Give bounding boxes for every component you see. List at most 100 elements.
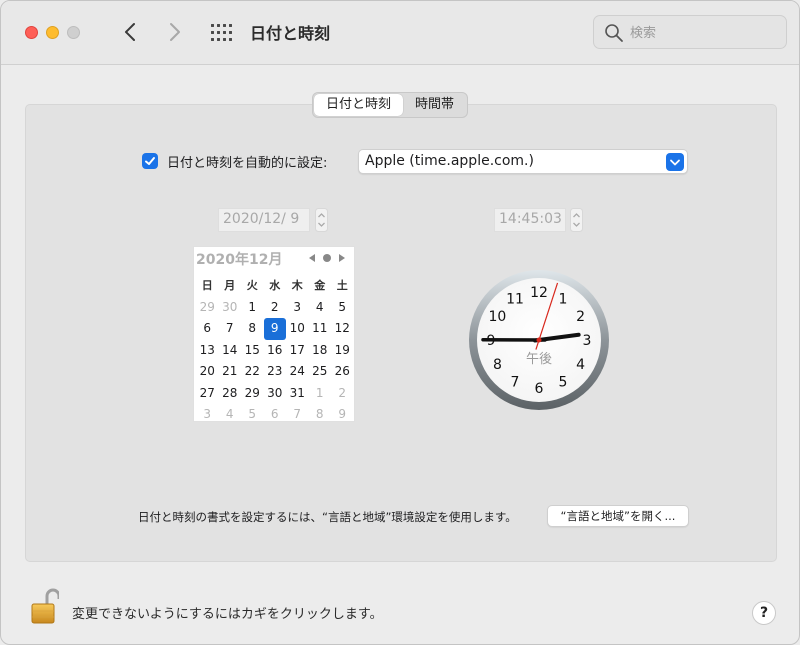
close-button[interactable]: [25, 26, 38, 39]
window-title: 日付と時刻: [250, 24, 331, 43]
time-stepper-icon[interactable]: [570, 208, 583, 232]
forward-arrow-icon[interactable]: [159, 17, 189, 47]
checkmark-icon: [145, 157, 155, 165]
clock-number: 7: [511, 375, 520, 391]
calendar-weekday: 火: [246, 279, 258, 292]
search-icon: [605, 24, 623, 42]
calendar-day[interactable]: 16: [264, 340, 287, 362]
minimize-button[interactable]: [46, 26, 59, 39]
calendar-day[interactable]: 30: [219, 297, 242, 319]
calendar-day[interactable]: 6: [196, 318, 219, 340]
help-button[interactable]: ?: [752, 601, 776, 625]
calendar-day[interactable]: 17: [286, 340, 309, 362]
calendar-day[interactable]: 29: [241, 383, 264, 405]
clock-number: 2: [576, 309, 585, 325]
tab-time-zone[interactable]: 時間帯: [403, 94, 466, 116]
show-all-grid-icon[interactable]: [210, 23, 232, 43]
calendar-day[interactable]: 5: [331, 297, 354, 319]
calendar-day[interactable]: 26: [331, 361, 354, 383]
calendar-day[interactable]: 7: [219, 318, 242, 340]
calendar-day[interactable]: 4: [219, 404, 242, 426]
time-field[interactable]: 14:45:03: [494, 208, 566, 232]
calendar-day[interactable]: 13: [196, 340, 219, 362]
previous-month-icon[interactable]: [308, 253, 316, 263]
clock-number: 1: [559, 291, 568, 307]
clock-number: 8: [493, 357, 502, 373]
calendar-day[interactable]: 24: [286, 361, 309, 383]
calendar-day[interactable]: 22: [241, 361, 264, 383]
calendar-day[interactable]: 3: [196, 404, 219, 426]
calendar-day[interactable]: 19: [331, 340, 354, 362]
auto-set-label: 日付と時刻を自動的に設定:: [167, 155, 328, 171]
calendar-grid: 日月火水木金土 29 30 1 2 3 4 5 6 7 8 9 10 11 12 13 14 15 16 17 18 19…: [196, 275, 354, 426]
calendar-day[interactable]: 8: [241, 318, 264, 340]
clock-number: 3: [583, 333, 592, 349]
clock-number: 10: [489, 309, 507, 325]
calendar-day[interactable]: 11: [309, 318, 332, 340]
calendar-day[interactable]: 25: [309, 361, 332, 383]
back-arrow-icon[interactable]: [116, 17, 146, 47]
calendar-weekday: 木: [291, 279, 303, 292]
calendar-month-title: 2020年12月: [196, 252, 283, 268]
search-input[interactable]: [630, 23, 780, 43]
clock-center: [536, 337, 542, 343]
calendar-day[interactable]: 14: [219, 340, 242, 362]
calendar-day[interactable]: 30: [264, 383, 287, 405]
calendar-day[interactable]: 18: [309, 340, 332, 362]
calendar-day[interactable]: 7: [286, 404, 309, 426]
calendar-day[interactable]: 8: [309, 404, 332, 426]
calendar-day[interactable]: 20: [196, 361, 219, 383]
calendar-day[interactable]: 3: [286, 297, 309, 319]
calendar-day[interactable]: 1: [241, 297, 264, 319]
tab-bar: 日付と時刻 時間帯: [312, 92, 469, 118]
calendar-day[interactable]: 28: [219, 383, 242, 405]
calendar-day[interactable]: 29: [196, 297, 219, 319]
calendar-day[interactable]: 10: [286, 318, 309, 340]
analog-clock[interactable]: 121234567891011 午後: [468, 269, 610, 411]
time-server-popup[interactable]: Apple (time.apple.com.): [358, 149, 688, 174]
calendar-weekday: 月: [224, 279, 236, 292]
calendar-day[interactable]: 12: [331, 318, 354, 340]
calendar-day[interactable]: 9: [331, 404, 354, 426]
date-field[interactable]: 2020/12/ 9: [218, 208, 310, 232]
calendar: 2020年12月 日月火水木金土 29 30 1 2 3 4 5 6 7 8 9 10 11 12 13 14 1…: [193, 246, 355, 422]
next-month-icon[interactable]: [338, 253, 346, 263]
calendar-day[interactable]: 23: [264, 361, 287, 383]
clock-number: 5: [559, 375, 568, 391]
calendar-day[interactable]: 27: [196, 383, 219, 405]
auto-set-checkbox[interactable]: [142, 153, 158, 169]
unlocked-padlock-icon[interactable]: [31, 587, 59, 625]
toolbar: 日付と時刻: [1, 1, 799, 65]
calendar-day[interactable]: 15: [241, 340, 264, 362]
search-field[interactable]: [593, 15, 787, 49]
format-note: 日付と時刻の書式を設定するには、“言語と地域”環境設定を使用します。: [138, 510, 517, 524]
today-dot-icon[interactable]: [322, 253, 332, 263]
tab-date-time[interactable]: 日付と時刻: [314, 94, 404, 116]
preferences-window: 日付と時刻 日付と時刻 時間帯 日付と時刻を自動的に設定: Apple (tim…: [0, 0, 800, 645]
clock-number: 4: [576, 357, 585, 373]
clock-number: 12: [530, 285, 548, 301]
calendar-day[interactable]: 31: [286, 383, 309, 405]
calendar-day[interactable]: 2: [264, 297, 287, 319]
calendar-day[interactable]: 6: [264, 404, 287, 426]
calendar-day[interactable]: 5: [241, 404, 264, 426]
calendar-day[interactable]: 2: [331, 383, 354, 405]
calendar-day-selected[interactable]: 9: [263, 318, 286, 340]
popup-chevron-icon: [666, 153, 684, 171]
clock-ampm-label: 午後: [526, 352, 552, 367]
open-language-region-button[interactable]: “言語と地域”を開く...: [547, 505, 689, 527]
zoom-button[interactable]: [67, 26, 80, 39]
clock-number: 6: [535, 381, 544, 397]
calendar-weekday: 金: [314, 279, 326, 292]
calendar-nav: [308, 253, 346, 263]
calendar-day[interactable]: 21: [219, 361, 242, 383]
calendar-weekday: 土: [336, 279, 348, 292]
lock-hint-text: 変更できないようにするにはカギをクリックします。: [72, 607, 383, 622]
calendar-weekday: 日: [201, 279, 213, 292]
date-stepper-icon[interactable]: [315, 208, 328, 232]
time-server-value: Apple (time.apple.com.): [365, 153, 534, 169]
calendar-day[interactable]: 1: [309, 383, 332, 405]
calendar-weekday: 水: [269, 279, 281, 292]
calendar-day[interactable]: 4: [309, 297, 332, 319]
clock-number: 11: [506, 291, 524, 307]
